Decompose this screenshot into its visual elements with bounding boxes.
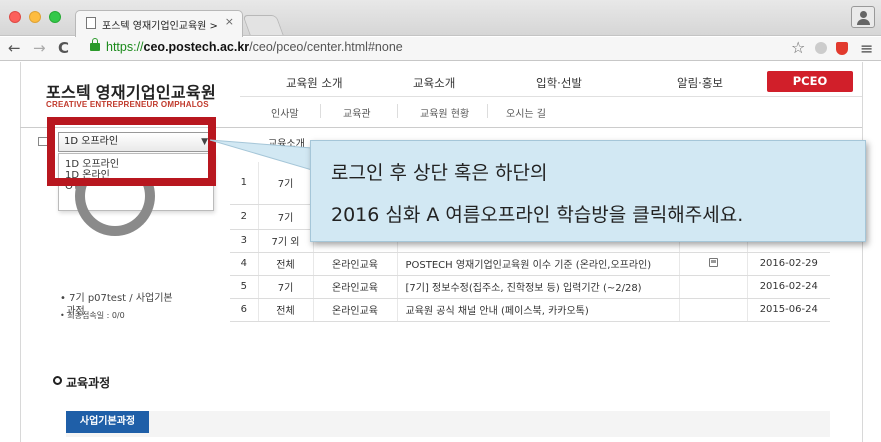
back-button[interactable]: ← bbox=[8, 39, 21, 57]
row-number: 5 bbox=[230, 275, 259, 299]
row-type: 온라인교육 bbox=[313, 298, 398, 322]
course-bar bbox=[66, 411, 830, 437]
browser-toolbar: ← → C https://ceo.postech.ac.kr/ceo/pceo… bbox=[0, 37, 881, 61]
instruction-callout: 로그인 후 상단 혹은 하단의 2016 심화 A 여름오프라인 학습방을 클릭… bbox=[310, 140, 866, 242]
row-date: 2016-02-24 bbox=[747, 275, 830, 299]
sub-nav-separator bbox=[320, 104, 321, 118]
sub-nav-status[interactable]: 교육원 현황 bbox=[420, 105, 469, 120]
sub-nav-separator bbox=[397, 104, 398, 118]
row-number: 3 bbox=[230, 229, 259, 253]
minimize-window-button[interactable] bbox=[29, 11, 41, 23]
page-frame-left bbox=[20, 62, 21, 442]
row-type: 온라인교육 bbox=[313, 252, 398, 276]
row-generation: 전체 bbox=[258, 252, 314, 276]
course-tab-basic[interactable]: 사업기본과정 bbox=[66, 411, 149, 433]
browser-tab[interactable]: 포스텍 영재기업인교육원 > PCE × bbox=[75, 10, 243, 37]
row-file bbox=[679, 298, 748, 322]
row-title[interactable]: 교육원 공식 채널 안내 (페이스북, 카카오톡) bbox=[397, 298, 680, 322]
sub-nav-directions[interactable]: 오시는 길 bbox=[506, 105, 546, 120]
row-number: 4 bbox=[230, 252, 259, 276]
lock-icon bbox=[90, 38, 100, 51]
row-title[interactable]: [7기] 정보수정(집주소, 진학정보 등) 입력기간 (~2/28) bbox=[397, 275, 680, 299]
page-frame-right bbox=[862, 62, 863, 442]
highlight-box bbox=[47, 117, 216, 186]
gnb-divider bbox=[240, 96, 862, 97]
url-path: /ceo/pceo/center.html#none bbox=[249, 40, 403, 54]
tab-title: 포스텍 영재기업인교육원 > PCE bbox=[102, 21, 222, 32]
address-bar[interactable]: https://ceo.postech.ac.kr/ceo/pceo/cente… bbox=[106, 40, 403, 54]
last-login: • 최종접속일 : 0/0 bbox=[60, 311, 125, 320]
shield-extension-icon[interactable] bbox=[836, 42, 848, 55]
sub-nav-building[interactable]: 교육관 bbox=[343, 105, 371, 120]
progress-ring-arc bbox=[75, 180, 155, 236]
profile-button[interactable] bbox=[851, 6, 875, 28]
table-row[interactable]: 5 7기 온라인교육 [7기] 정보수정(집주소, 진학정보 등) 입력기간 (… bbox=[230, 275, 830, 299]
gnb-admission[interactable]: 입학·선발 bbox=[536, 75, 582, 91]
callout-pointer-shape bbox=[209, 139, 313, 171]
callout-line-2: 2016 심화 A 여름오프라인 학습방을 클릭해주세요. bbox=[331, 204, 744, 226]
row-generation: 7기 외 bbox=[258, 229, 314, 253]
last-login-text: 최종접속일 : 0/0 bbox=[67, 311, 125, 320]
browser-titlebar: 포스텍 영재기업인교육원 > PCE × bbox=[0, 0, 881, 37]
extension-icon[interactable] bbox=[815, 42, 827, 54]
zoom-window-button[interactable] bbox=[49, 11, 61, 23]
callout-line-1: 로그인 후 상단 혹은 하단의 bbox=[331, 162, 548, 184]
row-generation: 7기 bbox=[258, 204, 314, 230]
row-type: 온라인교육 bbox=[313, 275, 398, 299]
pceo-button[interactable]: PCEO bbox=[767, 71, 853, 92]
row-generation: 7기 bbox=[258, 275, 314, 299]
web-page: 포스텍 영재기업인교육원 CREATIVE ENTREPRENEUR OMPHA… bbox=[0, 62, 881, 442]
browser-menu-icon[interactable]: ≡ bbox=[860, 39, 873, 58]
row-file bbox=[679, 275, 748, 299]
gnb-news[interactable]: 알림·홍보 bbox=[677, 75, 723, 91]
sub-nav-greeting[interactable]: 인사말 bbox=[271, 105, 299, 120]
profile-progress-ring bbox=[75, 180, 155, 240]
bullet-circle-icon bbox=[53, 376, 62, 385]
forward-button[interactable]: → bbox=[33, 39, 46, 57]
row-title[interactable]: POSTECH 영재기업인교육원 이수 기준 (온라인,오프라인) bbox=[397, 252, 680, 276]
user-icon bbox=[860, 11, 867, 18]
document-icon bbox=[86, 17, 96, 29]
reload-button[interactable]: C bbox=[58, 39, 69, 57]
course-heading: 교육과정 bbox=[66, 376, 111, 390]
new-tab-button[interactable] bbox=[242, 15, 284, 35]
url-host: ceo.postech.ac.kr bbox=[143, 40, 250, 54]
bookmark-star-icon[interactable]: ☆ bbox=[791, 38, 805, 57]
gnb-about[interactable]: 교육원 소개 bbox=[286, 75, 343, 91]
close-window-button[interactable] bbox=[9, 11, 21, 23]
site-logo-subtitle: CREATIVE ENTREPRENEUR OMPHALOS bbox=[46, 100, 209, 109]
row-date: 2015-06-24 bbox=[747, 298, 830, 322]
callout-pointer bbox=[209, 139, 313, 171]
row-date: 2016-02-29 bbox=[747, 252, 830, 276]
table-row[interactable]: 6 전체 온라인교육 교육원 공식 채널 안내 (페이스북, 카카오톡) 201… bbox=[230, 298, 830, 322]
tab-close-icon[interactable]: × bbox=[225, 15, 234, 28]
sub-nav-separator bbox=[487, 104, 488, 118]
row-number: 2 bbox=[230, 204, 259, 230]
url-scheme: https:// bbox=[106, 40, 144, 54]
table-row[interactable]: 4 전체 온라인교육 POSTECH 영재기업인교육원 이수 기준 (온라인,오… bbox=[230, 252, 830, 276]
row-file[interactable] bbox=[679, 252, 748, 276]
row-number: 6 bbox=[230, 298, 259, 322]
file-attachment-icon[interactable] bbox=[708, 257, 718, 267]
gnb-education[interactable]: 교육소개 bbox=[413, 75, 455, 91]
user-icon-body bbox=[857, 19, 870, 25]
row-generation: 전체 bbox=[258, 298, 314, 322]
